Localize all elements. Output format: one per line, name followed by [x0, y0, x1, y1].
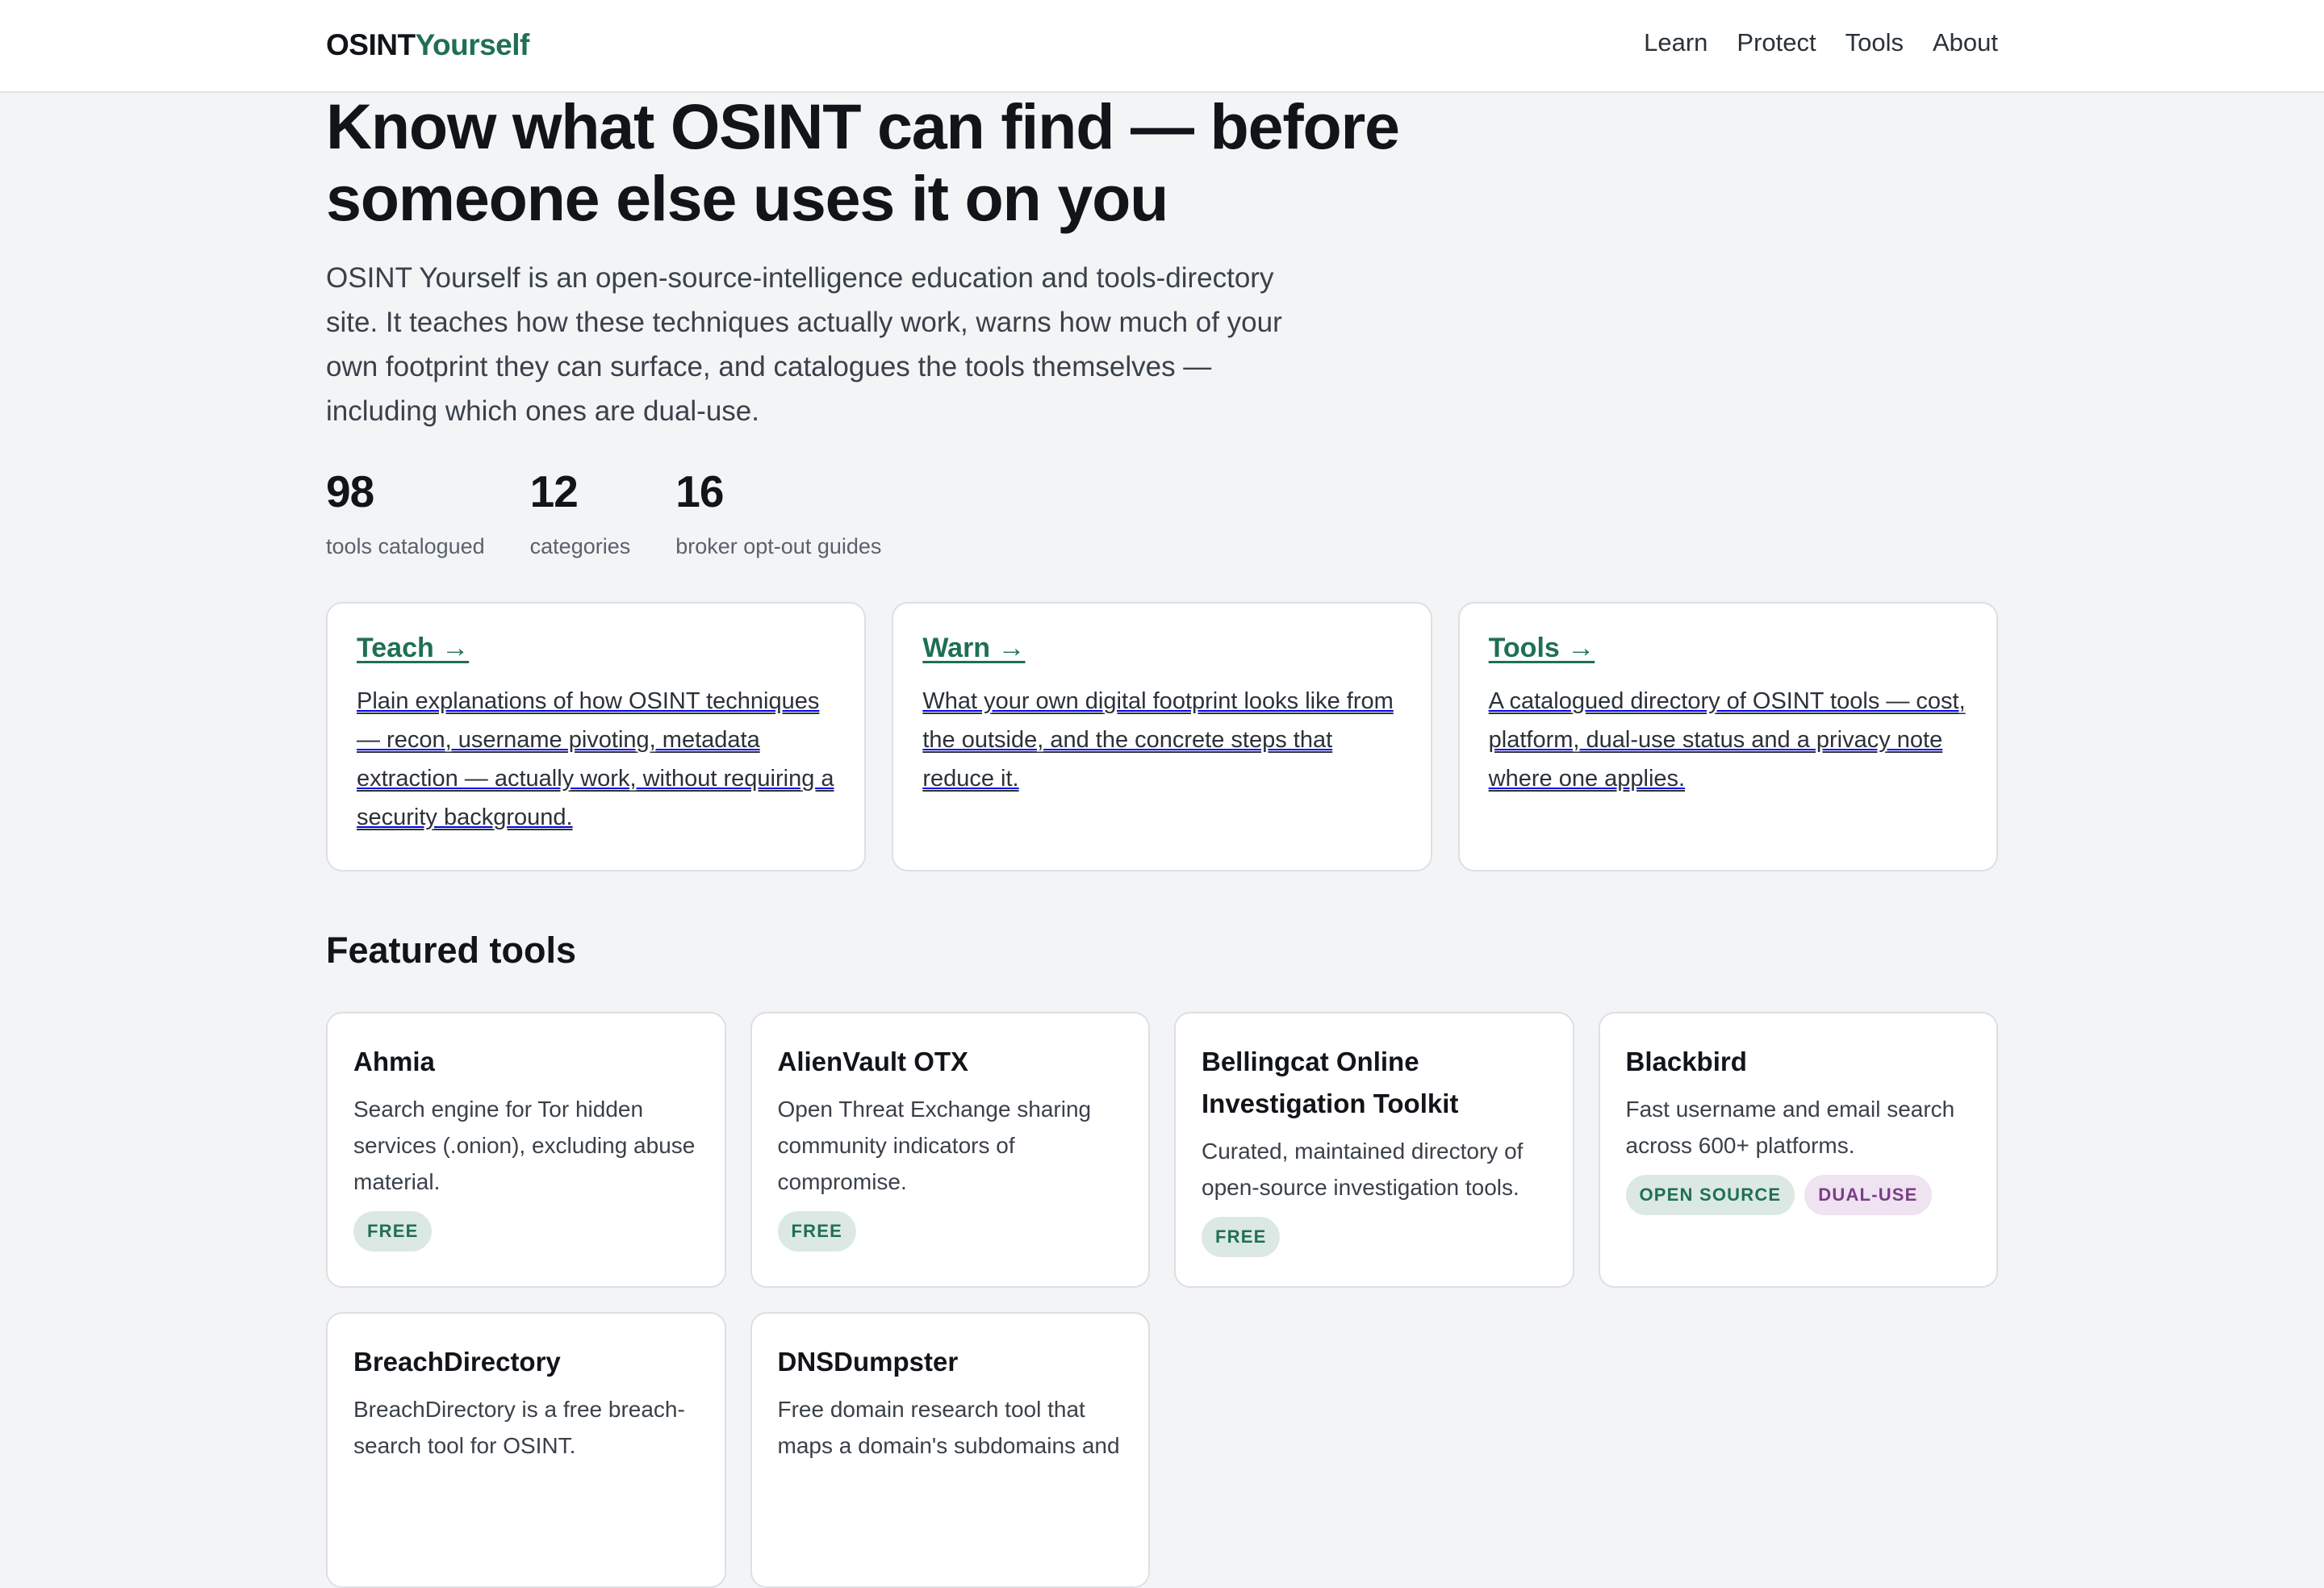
stat-categories: 12 categories [530, 463, 631, 559]
tool-badges: FREE [1202, 1217, 1547, 1257]
tool-name: Blackbird [1625, 1047, 1747, 1076]
tool-name: Bellingcat Online Investigation Toolkit [1202, 1047, 1459, 1118]
featured-tools-heading: Featured tools [326, 930, 577, 971]
badge-dual-use: DUAL-USE [1804, 1175, 1932, 1215]
nav-protect[interactable]: Protect [1737, 28, 1816, 57]
tool-name: Ahmia [353, 1047, 435, 1076]
tool-badges: FREE [777, 1211, 1123, 1252]
pillar-card-warn[interactable]: Warn → What your own digital footprint l… [892, 602, 1432, 871]
stats-row: 98 tools catalogued 12 categories 16 bro… [326, 463, 881, 559]
tool-desc: BreachDirectory is a free breach-search … [353, 1397, 685, 1458]
nav-about[interactable]: About [1933, 28, 1998, 57]
pillar-desc: A catalogued directory of OSINT tools — … [1488, 688, 1966, 792]
hero-lead: OSINT Yourself is an open-source-intelli… [326, 262, 1282, 427]
tool-name: BreachDirectory [353, 1347, 561, 1377]
pillar-card-teach[interactable]: Teach → Plain explanations of how OSINT … [326, 602, 867, 871]
badge-open-source: OPEN SOURCE [1625, 1175, 1795, 1215]
stat-label: categories [529, 534, 631, 558]
tool-desc: Free domain research tool that maps a do… [777, 1397, 1120, 1458]
stat-label: tools catalogued [326, 534, 485, 558]
stat-value: 16 [675, 466, 724, 516]
stat-value: 12 [529, 466, 579, 516]
stat-optout-guides: 16 broker opt-out guides [675, 463, 881, 559]
main-nav: Learn Protect Tools About [1644, 28, 1998, 57]
tool-name: DNSDumpster [777, 1347, 959, 1377]
stat-label: broker opt-out guides [675, 534, 882, 558]
tool-desc: Search engine for Tor hidden services (.… [353, 1097, 696, 1194]
tool-card-bellingcat[interactable]: Bellingcat Online Investigation Toolkit … [1174, 1012, 1574, 1288]
brand-part-osint: OSINT [326, 28, 416, 61]
nav-tools[interactable]: Tools [1845, 28, 1904, 57]
tool-badges: OPEN SOURCE DUAL-USE [1625, 1175, 1971, 1215]
stat-value: 98 [326, 466, 374, 516]
tool-card-blackbird[interactable]: Blackbird Fast username and email search… [1598, 1012, 1998, 1288]
badge-free: FREE [353, 1211, 433, 1252]
badge-free: FREE [1202, 1217, 1281, 1257]
pillar-desc: What your own digital footprint looks li… [922, 688, 1394, 792]
tool-card-ahmia[interactable]: Ahmia Search engine for Tor hidden servi… [326, 1012, 726, 1288]
site-logo[interactable]: OSINTYourself [326, 28, 529, 62]
stat-tools: 98 tools catalogued [326, 463, 485, 559]
tool-desc: Fast username and email search across 60… [1625, 1097, 1955, 1158]
tool-desc: Curated, maintained directory of open-so… [1202, 1139, 1524, 1200]
tool-card-breachdirectory[interactable]: BreachDirectory BreachDirectory is a fre… [326, 1312, 726, 1588]
tool-name: AlienVault OTX [777, 1047, 969, 1076]
pillar-card-tools[interactable]: Tools → A catalogued directory of OSINT … [1457, 602, 1998, 871]
pillar-desc: Plain explanations of how OSINT techniqu… [357, 688, 834, 830]
pillar-title: Tools → [1488, 633, 1595, 663]
tool-desc: Open Threat Exchange sharing community i… [777, 1097, 1092, 1194]
pillar-title: Warn → [922, 633, 1026, 663]
featured-tools-grid: Ahmia Search engine for Tor hidden servi… [326, 1012, 1998, 1588]
nav-learn[interactable]: Learn [1644, 28, 1707, 57]
brand-part-yourself: Yourself [415, 28, 530, 61]
pillar-cards: Teach → Plain explanations of how OSINT … [326, 602, 1998, 871]
hero-title: Know what OSINT can find — before someon… [326, 90, 1400, 234]
top-navbar: OSINTYourself Learn Protect Tools About [0, 0, 2324, 93]
pillar-title: Teach → [357, 633, 470, 663]
badge-free: FREE [777, 1211, 856, 1252]
tool-card-alienvault-otx[interactable]: AlienVault OTX Open Threat Exchange shar… [750, 1012, 1150, 1288]
tool-card-dnsdumpster[interactable]: DNSDumpster Free domain research tool th… [750, 1312, 1150, 1588]
tool-badges: FREE [353, 1211, 699, 1252]
